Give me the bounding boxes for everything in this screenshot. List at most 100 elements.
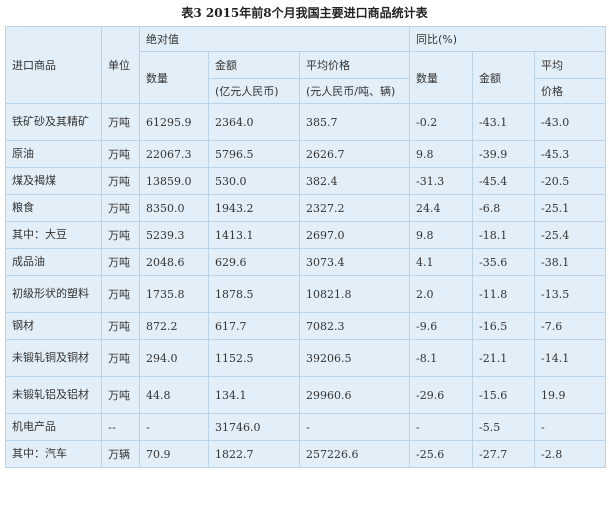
cell-amount: 1413.1 — [208, 221, 300, 249]
header-amount: 金额 — [208, 51, 300, 79]
cell-yoy-price: - — [534, 413, 607, 441]
cell-yoy-price: 19.9 — [534, 376, 607, 414]
cell-name: 原油 — [5, 140, 102, 168]
table-row: 煤及褐煤 万吨 13859.0 530.0 382.4 -31.3 -45.4 -20.5 — [5, 167, 607, 195]
header-amount-unit: (亿元人民币) — [208, 78, 300, 104]
cell-name: 未锻轧铝及铝材 — [5, 376, 102, 414]
cell-qty: 61295.9 — [139, 103, 209, 141]
cell-amount: 617.7 — [208, 312, 300, 340]
cell-qty: 44.8 — [139, 376, 209, 414]
header-yoy-avg-2: 价格 — [534, 78, 607, 104]
cell-qty: 70.9 — [139, 440, 209, 468]
cell-name: 粮食 — [5, 194, 102, 222]
cell-unit: 万吨 — [101, 194, 140, 222]
table-row: 初级形状的塑料 万吨 1735.8 1878.5 10821.8 2.0 -11.8 -13.… — [5, 275, 607, 313]
header-yoy-avg-1: 平均 — [534, 51, 607, 79]
header-yoy-qty: 数量 — [409, 51, 474, 104]
cell-unit: 万吨 — [101, 167, 140, 195]
cell-price: - — [298, 413, 411, 441]
cell-price: 385.7 — [298, 103, 411, 141]
table-row: 原油 万吨 22067.3 5796.5 2626.7 9.8 -39.9 -45.3 — [5, 140, 607, 168]
cell-yoy-price: -2.8 — [534, 440, 607, 468]
cell-yoy-qty: -9.6 — [409, 312, 474, 340]
table-row: 粮食 万吨 8350.0 1943.2 2327.2 24.4 -6.8 -25.1 — [5, 194, 607, 222]
cell-unit: 万吨 — [101, 248, 140, 276]
header-avg-price-unit: (元人民币/吨、辆) — [298, 78, 411, 104]
header-commodity: 进口商品 — [5, 26, 102, 104]
cell-amount: 2364.0 — [208, 103, 300, 141]
cell-price: 2327.2 — [298, 194, 411, 222]
table-title: 表3 2015年前8个月我国主要进口商品统计表 — [181, 6, 428, 20]
cell-qty: - — [139, 413, 209, 441]
cell-amount: 1878.5 — [208, 275, 300, 313]
cell-yoy-amount: -11.8 — [472, 275, 536, 313]
cell-amount: 1822.7 — [208, 440, 300, 468]
cell-qty: 1735.8 — [139, 275, 209, 313]
cell-yoy-price: -38.1 — [534, 248, 607, 276]
cell-yoy-price: -43.0 — [534, 103, 607, 141]
cell-unit: 万吨 — [101, 103, 140, 141]
header-unit: 单位 — [101, 26, 140, 104]
cell-price: 29960.6 — [298, 376, 411, 414]
header-row-1: 进口商品 单位 绝对值 同比(%) — [5, 26, 607, 104]
cell-amount: 134.1 — [208, 376, 300, 414]
header-qty: 数量 — [139, 51, 209, 104]
cell-yoy-price: -25.4 — [534, 221, 607, 249]
cell-amount: 1943.2 — [208, 194, 300, 222]
cell-yoy-price: -45.3 — [534, 140, 607, 168]
cell-unit: 万吨 — [101, 312, 140, 340]
cell-price: 382.4 — [298, 167, 411, 195]
cell-name: 铁矿砂及其精矿 — [5, 103, 102, 141]
cell-qty: 294.0 — [139, 339, 209, 377]
cell-yoy-qty: 24.4 — [409, 194, 474, 222]
header-absolute: 绝对值 — [138, 26, 411, 52]
cell-yoy-amount: -21.1 — [472, 339, 536, 377]
table-row: 其中：汽车 万辆 70.9 1822.7 257226.6 -25.6 -27.7 -2.8 — [5, 440, 607, 468]
cell-yoy-price: -14.1 — [534, 339, 607, 377]
cell-yoy-qty: 2.0 — [409, 275, 474, 313]
cell-amount: 1152.5 — [208, 339, 300, 377]
table-row: 其中：大豆 万吨 5239.3 1413.1 2697.0 9.8 -18.1 -25.4 — [5, 221, 607, 249]
cell-yoy-amount: -27.7 — [472, 440, 536, 468]
import-stats-table: 进口商品 单位 绝对值 同比(%) 数量 金额 平均价格 数量 金额 平均 (亿… — [5, 26, 607, 468]
cell-unit: 万辆 — [101, 440, 140, 468]
cell-name: 煤及褐煤 — [5, 167, 102, 195]
cell-unit: -- — [101, 413, 140, 441]
cell-yoy-amount: -35.6 — [472, 248, 536, 276]
cell-yoy-amount: -18.1 — [472, 221, 536, 249]
cell-price: 39206.5 — [298, 339, 411, 377]
cell-name: 其中：大豆 — [5, 221, 102, 249]
table-row: 钢材 万吨 872.2 617.7 7082.3 -9.6 -16.5 -7.6 — [5, 312, 607, 340]
cell-yoy-qty: 9.8 — [409, 221, 474, 249]
cell-yoy-price: -7.6 — [534, 312, 607, 340]
cell-name: 机电产品 — [5, 413, 102, 441]
cell-unit: 万吨 — [101, 376, 140, 414]
cell-qty: 872.2 — [139, 312, 209, 340]
cell-qty: 2048.6 — [139, 248, 209, 276]
table-row: 铁矿砂及其精矿 万吨 61295.9 2364.0 385.7 -0.2 -43.1 -43.… — [5, 103, 607, 141]
table-row: 机电产品 -- -31746.0- - -5.5- — [5, 413, 607, 441]
cell-price: 7082.3 — [298, 312, 411, 340]
cell-price: 257226.6 — [298, 440, 411, 468]
cell-yoy-qty: 9.8 — [409, 140, 474, 168]
cell-amount: 629.6 — [208, 248, 300, 276]
cell-unit: 万吨 — [101, 221, 140, 249]
table-row: 成品油 万吨 2048.6 629.6 3073.4 4.1 -35.6 -38.1 — [5, 248, 607, 276]
cell-qty: 13859.0 — [139, 167, 209, 195]
table-row: 未锻轧铝及铝材 万吨 44.8 134.1 29960.6 -29.6 -15.6 19.9 — [5, 376, 607, 414]
cell-amount: 31746.0 — [208, 413, 300, 441]
cell-yoy-amount: -15.6 — [472, 376, 536, 414]
cell-yoy-qty: - — [409, 413, 474, 441]
cell-yoy-price: -13.5 — [534, 275, 607, 313]
cell-price: 2697.0 — [298, 221, 411, 249]
cell-yoy-qty: -25.6 — [409, 440, 474, 468]
cell-unit: 万吨 — [101, 275, 140, 313]
table-row: 未锻轧铜及铜材 万吨 294.0 1152.5 39206.5 -8.1 -21.1 -14.… — [5, 339, 607, 377]
cell-unit: 万吨 — [101, 339, 140, 377]
cell-yoy-amount: -5.5 — [472, 413, 536, 441]
cell-name: 未锻轧铜及铜材 — [5, 339, 102, 377]
cell-yoy-qty: -29.6 — [409, 376, 474, 414]
cell-name: 钢材 — [5, 312, 102, 340]
cell-price: 10821.8 — [298, 275, 411, 313]
header-yoy: 同比(%) — [409, 26, 607, 52]
